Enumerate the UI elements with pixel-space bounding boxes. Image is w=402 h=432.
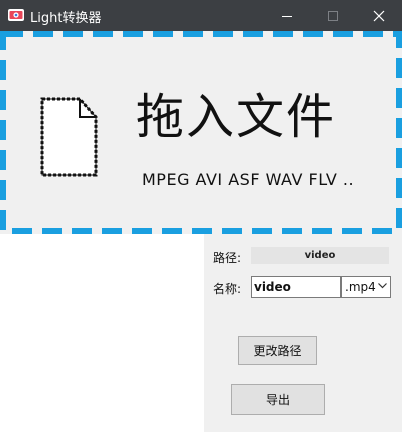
change-path-button[interactable]: 更改路径 xyxy=(238,336,317,365)
name-label: 名称: xyxy=(213,282,242,296)
minimize-button[interactable] xyxy=(264,0,310,31)
path-label: 路径: xyxy=(213,251,242,265)
maximize-button[interactable] xyxy=(310,0,356,31)
chevron-down-icon xyxy=(378,283,387,289)
close-icon xyxy=(373,10,385,21)
extension-select[interactable]: .mp4 xyxy=(341,276,391,298)
file-icon xyxy=(40,97,98,177)
preview-panel xyxy=(0,234,204,432)
app-window: Light转换器 拖入文件 MPEG AVI ASF WAV FLV .. 路径… xyxy=(0,0,402,432)
title-bar[interactable]: Light转换器 xyxy=(0,0,402,31)
name-input[interactable] xyxy=(251,276,341,298)
drop-zone-title: 拖入文件 xyxy=(136,89,337,145)
supported-formats-text: MPEG AVI ASF WAV FLV .. xyxy=(142,170,355,189)
app-logo-icon xyxy=(8,9,24,21)
minimize-icon xyxy=(282,15,292,17)
export-button[interactable]: 导出 xyxy=(231,384,325,415)
file-drop-zone[interactable]: 拖入文件 MPEG AVI ASF WAV FLV .. xyxy=(0,31,402,234)
path-value: video xyxy=(251,247,389,264)
window-title: Light转换器 xyxy=(30,11,102,26)
close-button[interactable] xyxy=(356,0,402,31)
maximize-icon xyxy=(328,10,338,21)
extension-selected: .mp4 xyxy=(345,280,376,294)
